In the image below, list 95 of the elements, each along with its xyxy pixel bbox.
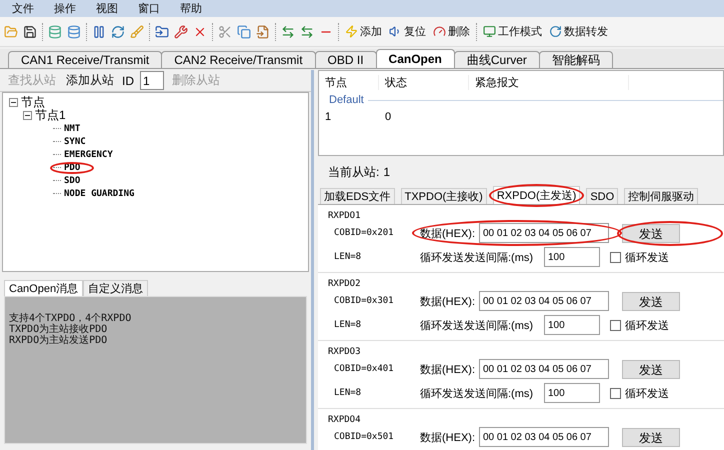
- current-slave-label: 当前从站:: [328, 164, 380, 180]
- toolbar-button[interactable]: 添加: [344, 24, 383, 39]
- tree-item[interactable]: SYNC: [64, 136, 86, 146]
- message-line: TXPDO为主站接收PDO: [9, 324, 108, 335]
- menu-item[interactable]: 操作: [54, 1, 76, 16]
- collapse-icon[interactable]: [23, 111, 32, 120]
- len-label: LEN=8: [334, 388, 362, 398]
- tab[interactable]: TXPDO(主接收): [400, 188, 487, 204]
- checkbox[interactable]: [610, 388, 621, 398]
- checkbox-label: 循环发送: [625, 386, 669, 400]
- group-title: RXPDO2: [328, 279, 361, 289]
- add-slave-button[interactable]: 添加从站: [64, 72, 116, 89]
- checkbox[interactable]: [610, 252, 621, 262]
- data-field[interactable]: 00 01 02 03 04 05 06 07: [479, 427, 609, 447]
- scissors-icon[interactable]: [218, 24, 232, 38]
- id-label: ID: [122, 74, 134, 88]
- collapse-icon[interactable]: [9, 98, 18, 107]
- data-field[interactable]: 00 01 02 03 04 05 06 07: [479, 223, 609, 243]
- current-slave-value: 1: [383, 165, 390, 179]
- refresh-icon[interactable]: [111, 24, 125, 38]
- len-label: LEN=8: [334, 320, 362, 330]
- toolbar-button[interactable]: 删除: [432, 24, 471, 39]
- table-cell-text: 0: [384, 111, 392, 123]
- tab[interactable]: 控制伺服驱动: [624, 188, 698, 204]
- pause-icon[interactable]: [92, 24, 106, 38]
- interval-label: 循环发送发送间隔:(ms): [420, 386, 534, 400]
- monitor-icon: [483, 25, 496, 38]
- data-label: 数据(HEX):: [420, 430, 475, 444]
- database-icon[interactable]: [67, 24, 81, 38]
- refresh-icon: [549, 25, 562, 38]
- group-title: RXPDO1: [328, 211, 361, 221]
- send-button[interactable]: 发送: [622, 428, 680, 446]
- speaker-icon: [389, 25, 402, 38]
- send-button[interactable]: 发送: [622, 292, 680, 310]
- checkbox-label: 循环发送: [625, 250, 669, 264]
- tab[interactable]: SDO: [586, 188, 618, 204]
- cobid-label: COBID=0x301: [334, 296, 395, 306]
- tab[interactable]: 加载EDS文件: [320, 188, 395, 204]
- tab[interactable]: CAN1 Receive/Transmit: [8, 51, 162, 68]
- group-title: RXPDO3: [328, 347, 361, 357]
- tree-item[interactable]: SDO: [64, 176, 80, 186]
- group-header: Default: [329, 94, 364, 106]
- column-header: 紧急报文: [469, 74, 629, 90]
- menu-item[interactable]: 窗口: [138, 1, 160, 16]
- interval-field[interactable]: 100: [544, 247, 600, 267]
- copy-icon[interactable]: [237, 24, 251, 38]
- tree-item[interactable]: NMT: [64, 124, 80, 134]
- tab[interactable]: CanOpen消息: [4, 280, 84, 296]
- message-line: RXPDO为主站发送PDO: [9, 335, 108, 346]
- tab[interactable]: CanOpen: [376, 49, 455, 68]
- interval-label: 循环发送发送间隔:(ms): [420, 250, 534, 264]
- message-line: 支持4个TXPDO，4个RXPDO: [9, 313, 132, 324]
- send-button[interactable]: 发送: [622, 360, 680, 378]
- data-label: 数据(HEX):: [420, 362, 475, 376]
- toolbar-button[interactable]: 数据转发: [548, 24, 609, 39]
- tree-item[interactable]: EMERGENCY: [64, 150, 113, 160]
- cobid-label: COBID=0x401: [334, 364, 395, 374]
- gauge-icon: [433, 25, 446, 38]
- swap-icon[interactable]: [281, 24, 295, 38]
- column-header: 状态: [379, 74, 469, 90]
- lightning-icon: [345, 25, 358, 38]
- database-icon[interactable]: [48, 24, 62, 38]
- checkbox[interactable]: [610, 320, 621, 330]
- menu-item[interactable]: 视图: [96, 1, 118, 16]
- data-label: 数据(HEX):: [420, 226, 475, 240]
- id-field[interactable]: 1: [140, 71, 164, 90]
- swap-icon[interactable]: [300, 24, 314, 38]
- data-field[interactable]: 00 01 02 03 04 05 06 07: [479, 359, 609, 379]
- file-icon[interactable]: [256, 24, 270, 38]
- menu-item[interactable]: 帮助: [180, 1, 202, 16]
- data-label: 数据(HEX):: [420, 294, 475, 308]
- checkbox-label: 循环发送: [625, 318, 669, 332]
- tab[interactable]: 曲线Curver: [454, 51, 540, 68]
- group-title: RXPDO4: [328, 415, 361, 425]
- save-icon[interactable]: [23, 24, 37, 38]
- tree-item[interactable]: 节点1: [35, 107, 66, 124]
- interval-field[interactable]: 100: [544, 315, 600, 335]
- wrench-icon[interactable]: [174, 24, 188, 38]
- table-cell-text: 1: [324, 111, 332, 123]
- menu-item[interactable]: 文件: [12, 1, 34, 16]
- column-header: 节点: [319, 74, 379, 90]
- len-label: LEN=8: [334, 252, 362, 262]
- send-button[interactable]: 发送: [622, 224, 680, 242]
- tab[interactable]: 智能解码: [538, 51, 613, 68]
- toolbar-button[interactable]: 复位: [388, 24, 427, 39]
- toolbar-button[interactable]: 工作模式: [482, 24, 543, 39]
- interval-label: 循环发送发送间隔:(ms): [420, 318, 534, 332]
- tab[interactable]: 自定义消息: [83, 280, 148, 296]
- tab[interactable]: RXPDO(主发送): [492, 186, 580, 204]
- data-field[interactable]: 00 01 02 03 04 05 06 07: [479, 291, 609, 311]
- tree-item[interactable]: NODE GUARDING: [64, 188, 134, 198]
- cobid-label: COBID=0x501: [334, 432, 395, 442]
- cobid-label: COBID=0x201: [334, 228, 395, 238]
- interval-field[interactable]: 100: [544, 383, 600, 403]
- folder-icon[interactable]: [155, 24, 169, 38]
